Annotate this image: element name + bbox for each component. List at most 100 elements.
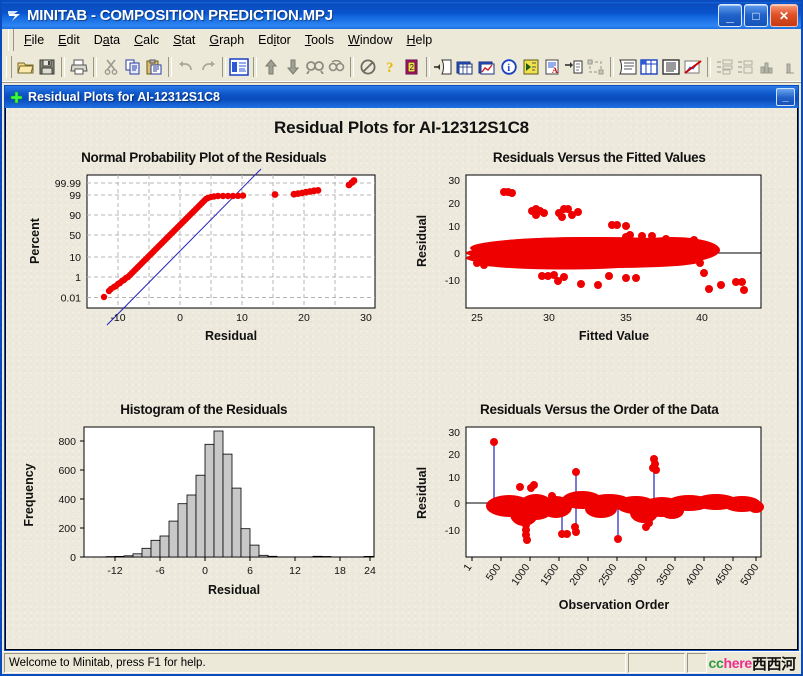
svg-text:99.99: 99.99	[54, 178, 80, 190]
svg-text:5000: 5000	[738, 561, 761, 587]
minimize-button[interactable]: _	[718, 4, 742, 27]
svg-text:6: 6	[247, 565, 253, 577]
find-replace-icon[interactable]	[326, 56, 348, 78]
current-worksheet-icon[interactable]	[638, 56, 660, 78]
maximize-button[interactable]: □	[744, 4, 768, 27]
hist-y-tick-labels: 0 200 400 600 800	[58, 436, 76, 564]
svg-text:600: 600	[58, 465, 76, 477]
watermark-cn: 西西河	[751, 655, 796, 673]
redo-icon[interactable]	[197, 56, 219, 78]
previous-command-icon[interactable]	[433, 56, 455, 78]
menu-grip[interactable]	[8, 29, 14, 51]
help-icon[interactable]: ?	[379, 56, 401, 78]
worksheet-icon[interactable]	[454, 56, 476, 78]
menu-item-graph[interactable]: Graph	[202, 31, 251, 49]
npp-x-tick-labels: -10 0 10 20 30	[110, 312, 372, 324]
report-pad-icon[interactable]: A	[541, 56, 563, 78]
chart-normal-probability-plot[interactable]: 99.99 99 90 50 10 1 0.01 -10 0 10 20 30 …	[9, 165, 399, 360]
menu-bar: File Edit Data Calc Stat Graph Editor To…	[2, 29, 801, 52]
svg-text:1: 1	[462, 561, 475, 573]
open-icon[interactable]	[15, 56, 37, 78]
toolbar-separator	[93, 57, 97, 77]
rvf-plot-area	[465, 174, 762, 309]
session-icon[interactable]	[617, 56, 639, 78]
svg-text:40: 40	[696, 312, 708, 324]
svg-text:3000: 3000	[625, 561, 648, 587]
menu-item-data[interactable]: Data	[87, 31, 127, 49]
watermark: cc here 西西河	[709, 653, 799, 674]
find-icon[interactable]	[304, 56, 326, 78]
menu-item-tools[interactable]: Tools	[298, 31, 341, 49]
toolbar-grip[interactable]	[6, 56, 12, 78]
session-window-icon[interactable]	[229, 56, 251, 78]
svg-text:35: 35	[620, 312, 632, 324]
chart-residuals-vs-fitted[interactable]: 30 20 10 0 -10 25 30 35 40 Fitted Value …	[404, 165, 794, 360]
document-minimize-button[interactable]: _	[776, 88, 795, 106]
svg-text:-10: -10	[110, 312, 125, 324]
menu-item-calc[interactable]: Calc	[127, 31, 166, 49]
copy-icon[interactable]	[122, 56, 144, 78]
graph-window-icon[interactable]	[476, 56, 498, 78]
save-icon[interactable]	[37, 56, 59, 78]
chart-histogram[interactable]: 0 200 400 600 800 -12 -6 0 6 12 18 24 Re…	[9, 417, 399, 617]
npp-y-tick-labels: 99.99 99 90 50 10 1 0.01	[54, 178, 80, 305]
cancel-icon[interactable]	[357, 56, 379, 78]
stat-guide-icon[interactable]: 2	[401, 56, 423, 78]
print-icon[interactable]	[68, 56, 90, 78]
toolbar-separator	[168, 57, 173, 77]
rvf-xlabel: Fitted Value	[579, 329, 649, 343]
menu-item-file[interactable]: File	[17, 31, 51, 49]
document-title-bar: Residual Plots for AI-12312S1C8 _	[5, 86, 798, 108]
move-up-icon[interactable]	[260, 56, 282, 78]
move-down-icon[interactable]	[282, 56, 304, 78]
undo-icon[interactable]	[175, 56, 197, 78]
paste-icon[interactable]	[143, 56, 165, 78]
svg-text:0.01: 0.01	[60, 293, 81, 305]
toolbar-separator	[350, 57, 355, 77]
document-window-controls: _	[776, 88, 795, 106]
svg-text:?: ?	[386, 60, 394, 75]
toolbar-separator	[609, 57, 614, 77]
dotplot-icon[interactable]	[714, 56, 736, 78]
svg-text:20: 20	[449, 198, 461, 210]
menu-item-editor[interactable]: Editor	[251, 31, 298, 49]
boxplot-icon[interactable]	[735, 56, 757, 78]
history-icon[interactable]	[520, 56, 542, 78]
close-all-graphs-icon[interactable]	[682, 56, 704, 78]
chart-residuals-vs-order[interactable]: 30 20 10 0 -10 1 500 1000 1500 2000 2500…	[404, 417, 794, 617]
svg-text:1000: 1000	[509, 561, 532, 587]
next-command-icon[interactable]	[563, 56, 585, 78]
toolbar-separator	[61, 57, 66, 77]
close-button[interactable]: ✕	[770, 4, 798, 27]
cut-icon[interactable]	[100, 56, 122, 78]
svg-text:3500: 3500	[654, 561, 677, 587]
chart-icon[interactable]	[779, 56, 801, 78]
graph-canvas-area[interactable]: Residual Plots for AI-12312S1C8 Normal P…	[5, 108, 798, 650]
graph-title: Residual Plots for AI-12312S1C8	[274, 118, 529, 137]
panel-title-residuals-vs-order: Residuals Versus the Order of the Data	[480, 401, 719, 417]
toolbar-separator	[221, 57, 226, 77]
worksheets-icon[interactable]	[660, 56, 682, 78]
panel-title-normal-probability: Normal Probability Plot of the Residuals	[81, 150, 327, 165]
svg-text:10: 10	[236, 312, 248, 324]
svg-text:30: 30	[543, 312, 555, 324]
histogram-icon[interactable]	[757, 56, 779, 78]
panel-histogram: Histogram of the Residuals 0 200 400 600…	[6, 398, 402, 650]
info-icon[interactable]: i	[498, 56, 520, 78]
status-message: Welcome to Minitab, press F1 for help.	[4, 653, 626, 673]
svg-text:A: A	[552, 66, 558, 75]
status-pane-editable	[627, 653, 685, 673]
menu-item-help[interactable]: Help	[400, 31, 440, 49]
menu-item-stat[interactable]: Stat	[166, 31, 202, 49]
minitab-window: MINITAB - COMPOSITION PREDICTION.MPJ _ □…	[0, 0, 803, 676]
rvo-ylabel: Residual	[415, 466, 429, 518]
hist-ylabel: Frequency	[22, 463, 36, 526]
project-manager-icon[interactable]	[585, 56, 607, 78]
menu-item-window[interactable]: Window	[341, 31, 399, 49]
svg-text:200: 200	[58, 523, 76, 535]
svg-text:10: 10	[449, 472, 461, 484]
svg-text:2: 2	[409, 63, 414, 72]
svg-text:50: 50	[69, 230, 81, 242]
rvo-x-ticks	[471, 556, 757, 561]
menu-item-edit[interactable]: Edit	[51, 31, 87, 49]
